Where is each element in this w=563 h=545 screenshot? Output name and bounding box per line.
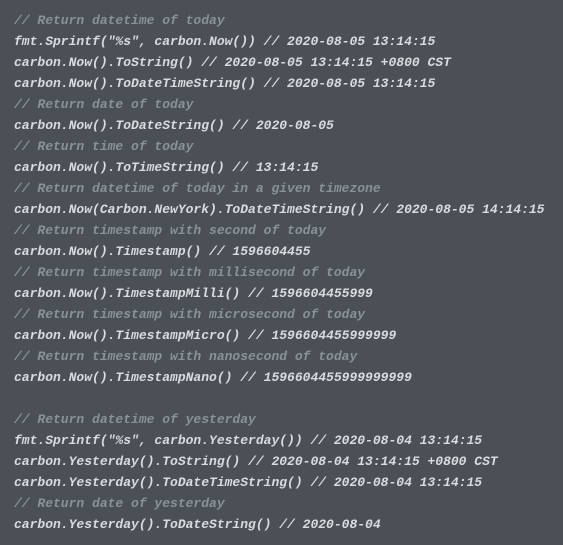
code-line: carbon.Now().TimestampMilli() // 1596604… — [14, 283, 549, 304]
code-line: // Return datetime of today — [14, 10, 549, 31]
code-line: fmt.Sprintf("%s", carbon.Now()) // 2020-… — [14, 31, 549, 52]
code-line: // Return timestamp with millisecond of … — [14, 262, 549, 283]
code-line: carbon.Now().ToDateTimeString() // 2020-… — [14, 73, 549, 94]
code-line: carbon.Now().Timestamp() // 1596604455 — [14, 241, 549, 262]
code-line: // Return datetime of yesterday — [14, 409, 549, 430]
code-line: carbon.Yesterday().ToString() // 2020-08… — [14, 451, 549, 472]
code-line: // Return timestamp with nanosecond of t… — [14, 346, 549, 367]
code-line: // Return timestamp with microsecond of … — [14, 304, 549, 325]
code-line: carbon.Now(Carbon.NewYork).ToDateTimeStr… — [14, 199, 549, 220]
code-line: fmt.Sprintf("%s", carbon.Yesterday()) //… — [14, 430, 549, 451]
code-line: // Return time of today — [14, 136, 549, 157]
code-line: // Return date of yesterday — [14, 493, 549, 514]
code-line: carbon.Yesterday().ToDateTimeString() //… — [14, 472, 549, 493]
code-line — [14, 388, 549, 409]
code-line: // Return date of today — [14, 94, 549, 115]
code-line: carbon.Now().ToTimeString() // 13:14:15 — [14, 157, 549, 178]
code-line: // Return timestamp with second of today — [14, 220, 549, 241]
code-line: carbon.Yesterday().ToDateString() // 202… — [14, 514, 549, 535]
code-line: carbon.Now().ToDateString() // 2020-08-0… — [14, 115, 549, 136]
code-line: carbon.Now().TimestampMicro() // 1596604… — [14, 325, 549, 346]
code-line: carbon.Now().ToString() // 2020-08-05 13… — [14, 52, 549, 73]
code-line: carbon.Now().TimestampNano() // 15966044… — [14, 367, 549, 388]
code-block: // Return datetime of todayfmt.Sprintf("… — [14, 10, 549, 535]
code-line: // Return datetime of today in a given t… — [14, 178, 549, 199]
